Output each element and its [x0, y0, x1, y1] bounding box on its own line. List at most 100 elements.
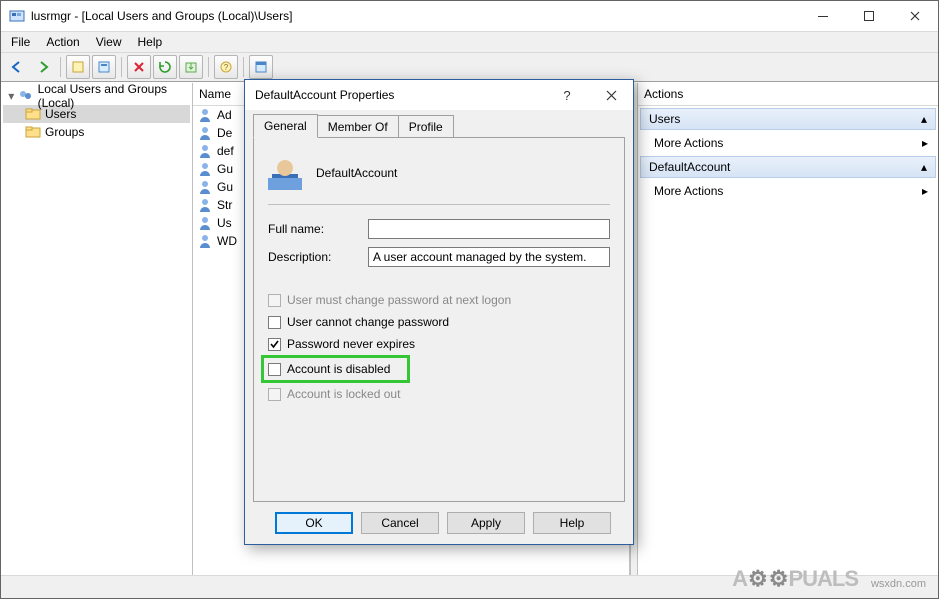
brand-pre: A	[732, 566, 747, 592]
toolbar-separator	[60, 57, 61, 77]
tree-pane: ▾ Local Users and Groups (Local) Users G…	[1, 83, 193, 575]
tree-item-groups[interactable]: Groups	[3, 123, 190, 141]
close-button[interactable]	[892, 1, 938, 31]
watermark: wsxdn.com	[871, 578, 926, 590]
checkbox-cannot-change[interactable]	[268, 316, 281, 329]
back-button[interactable]	[5, 55, 29, 79]
dialog-title: DefaultAccount Properties	[255, 88, 545, 102]
toolbar-separator	[208, 57, 209, 77]
list-item-label: De	[217, 126, 232, 140]
menu-view[interactable]: View	[88, 33, 130, 51]
tree-item-label: Groups	[45, 125, 84, 139]
tree-root-label: Local Users and Groups (Local)	[38, 82, 190, 110]
refresh-button[interactable]	[153, 55, 177, 79]
user-large-icon	[268, 156, 302, 190]
dialog-titlebar: DefaultAccount Properties ?	[245, 80, 633, 110]
list-item-label: Gu	[217, 162, 233, 176]
tab-member-of[interactable]: Member Of	[317, 115, 399, 138]
actions-header: Actions	[638, 83, 938, 106]
main-window: lusrmgr - [Local Users and Groups (Local…	[0, 0, 939, 599]
brand-logo: A ⚙⚙ PUALS	[732, 566, 858, 592]
actions-more-2[interactable]: More Actions ▸	[640, 181, 936, 201]
gear-icon: ⚙	[748, 566, 767, 592]
row-locked-out: Account is locked out	[268, 383, 610, 405]
list-item-label: WD	[217, 234, 237, 248]
row-must-change: User must change password at next logon	[268, 289, 610, 311]
dialog-body: General Member Of Profile DefaultAccount…	[245, 110, 633, 544]
toolbar: ?	[1, 52, 938, 82]
account-name: DefaultAccount	[316, 166, 397, 180]
cancel-button[interactable]: Cancel	[361, 512, 439, 534]
toolbar-separator	[121, 57, 122, 77]
description-label: Description:	[268, 250, 368, 264]
tab-general[interactable]: General	[253, 114, 318, 138]
actions-group-account[interactable]: DefaultAccount ▴	[640, 156, 936, 178]
new-button[interactable]	[66, 55, 90, 79]
user-icon	[197, 215, 213, 231]
checkbox-account-disabled[interactable]	[268, 363, 281, 376]
collapse-icon[interactable]: ▾	[5, 89, 18, 103]
list-item-label: Us	[217, 216, 232, 230]
label-must-change: User must change password at next logon	[287, 293, 511, 307]
list-item-label: Gu	[217, 180, 233, 194]
tree-root[interactable]: ▾ Local Users and Groups (Local)	[3, 87, 190, 105]
full-name-input[interactable]	[368, 219, 610, 239]
titlebar: lusrmgr - [Local Users and Groups (Local…	[1, 1, 938, 32]
list-item-label: Ad	[217, 108, 232, 122]
gear-icon: ⚙	[769, 566, 788, 592]
export-button[interactable]	[179, 55, 203, 79]
user-icon	[197, 143, 213, 159]
chevron-up-icon: ▴	[921, 112, 927, 126]
user-icon	[197, 161, 213, 177]
full-name-label: Full name:	[268, 222, 368, 236]
row-never-expires[interactable]: Password never expires	[268, 333, 610, 355]
help-button[interactable]: ?	[214, 55, 238, 79]
label-never-expires: Password never expires	[287, 337, 415, 351]
list-item-label: def	[217, 144, 234, 158]
row-full-name: Full name:	[268, 219, 610, 239]
label-cannot-change: User cannot change password	[287, 315, 449, 329]
account-header: DefaultAccount	[268, 150, 610, 205]
forward-button[interactable]	[31, 55, 55, 79]
label-locked-out: Account is locked out	[287, 387, 400, 401]
delete-button[interactable]	[127, 55, 151, 79]
ok-button[interactable]: OK	[275, 512, 353, 534]
actions-item-label: More Actions	[654, 136, 723, 150]
actions-pane: Actions Users ▴ More Actions ▸ DefaultAc…	[638, 83, 938, 575]
label-account-disabled: Account is disabled	[287, 362, 390, 376]
properties-dialog: DefaultAccount Properties ? General Memb…	[244, 79, 634, 545]
user-icon	[197, 125, 213, 141]
actions-more-1[interactable]: More Actions ▸	[640, 133, 936, 153]
app-icon	[9, 8, 25, 24]
dialog-help-button[interactable]: ?	[545, 80, 589, 110]
dialog-button-row: OK Cancel Apply Help	[253, 502, 625, 544]
user-icon	[197, 233, 213, 249]
description-input[interactable]	[368, 247, 610, 267]
apply-button[interactable]: Apply	[447, 512, 525, 534]
window-buttons	[800, 1, 938, 31]
list-item-label: Str	[217, 198, 232, 212]
user-icon	[197, 197, 213, 213]
menu-file[interactable]: File	[3, 33, 38, 51]
chevron-right-icon: ▸	[922, 184, 928, 198]
chevron-right-icon: ▸	[922, 136, 928, 150]
tabstrip: General Member Of Profile	[253, 116, 625, 138]
menubar: File Action View Help	[1, 32, 938, 52]
properties-button[interactable]	[92, 55, 116, 79]
row-account-disabled[interactable]: Account is disabled	[261, 355, 410, 383]
view-button[interactable]	[249, 55, 273, 79]
folder-icon	[25, 124, 41, 140]
checkbox-never-expires[interactable]	[268, 338, 281, 351]
menu-help[interactable]: Help	[130, 33, 171, 51]
row-cannot-change[interactable]: User cannot change password	[268, 311, 610, 333]
menu-action[interactable]: Action	[38, 33, 87, 51]
actions-group-users[interactable]: Users ▴	[640, 108, 936, 130]
tab-profile[interactable]: Profile	[398, 115, 454, 138]
help-button[interactable]: Help	[533, 512, 611, 534]
user-icon	[197, 179, 213, 195]
actions-group-label: DefaultAccount	[649, 160, 730, 174]
checkbox-locked-out	[268, 388, 281, 401]
maximize-button[interactable]	[846, 1, 892, 31]
minimize-button[interactable]	[800, 1, 846, 31]
dialog-close-button[interactable]	[589, 80, 633, 110]
